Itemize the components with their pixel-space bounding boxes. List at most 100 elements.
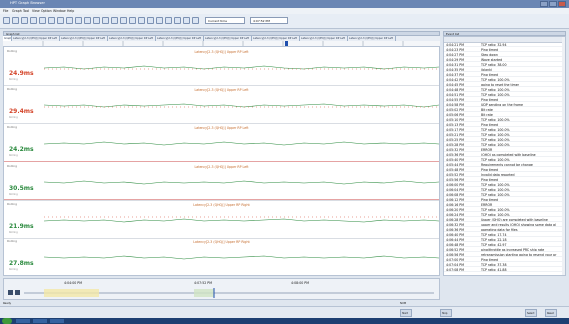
title-bar: HPT Graph Browser	[0, 0, 569, 8]
event-text: Ping timed	[481, 47, 499, 52]
menu-window[interactable]: Window	[53, 9, 66, 13]
start-button[interactable]: Start	[400, 309, 412, 317]
event-row[interactable]: 4:07:08 PM TCP ratio: 41.88	[444, 267, 565, 272]
event-text: TCP ratio: 100.0%	[481, 127, 510, 132]
event-text: Wave started	[481, 57, 503, 62]
event-text: Ping timed	[481, 257, 499, 262]
timeline-current: 4:07:52 PM	[194, 281, 212, 285]
menu-graph[interactable]: Graph	[12, 9, 22, 13]
event-time: 4:05:56 PM	[446, 177, 464, 182]
stop-icon[interactable]	[75, 17, 82, 24]
event-time: 4:05:36 PM	[446, 152, 464, 157]
close-button[interactable]	[558, 1, 566, 7]
event-time: 4:06:32 PM	[446, 222, 464, 227]
timeline-panel[interactable]: 4:04:00 PM 4:07:52 PM 4:08:00 PM	[3, 278, 440, 300]
event-time: 4:06:00 PM	[446, 182, 464, 187]
event-time: 4:04:58 PM	[446, 102, 464, 107]
menu-tool[interactable]: Tool	[23, 9, 29, 13]
event-time: 4:05:32 PM	[446, 147, 464, 152]
event-text: TCP ratio: 37.38	[481, 262, 507, 267]
event-text: TCP ratio: 100.0%	[481, 117, 510, 122]
grid-icon[interactable]	[174, 17, 181, 24]
event-text: TCP ratio: 100.0%	[481, 182, 510, 187]
event-text: TCP ratio: 100.0%	[481, 187, 510, 192]
event-text: TCP ratio: 17.74	[481, 232, 507, 237]
maximize-button[interactable]	[549, 1, 557, 7]
channel-value: 24.2ms	[9, 146, 34, 153]
timeline-back-button[interactable]	[8, 290, 13, 295]
channel-panel[interactable]: Rolling Latency[2-3 (QHQ)] Upper RP Righ…	[4, 199, 439, 239]
event-time: 4:05:10 PM	[446, 117, 464, 122]
event-list[interactable]: 4:04:21 PM TCP ratio: 32.94 4:04:23 PM Ping…	[443, 36, 566, 276]
rewind-icon[interactable]	[84, 17, 91, 24]
channel-panel[interactable]: Rolling Latency[2-3 (QHQ)] Upper RP Left…	[4, 85, 439, 124]
play-icon[interactable]	[57, 17, 64, 24]
event-text: TCP ratio: 100.0%	[481, 142, 510, 147]
graph-remove-icon[interactable]	[111, 17, 118, 24]
channel-value: 29.4ms	[9, 108, 34, 115]
channel-trace	[44, 103, 439, 108]
graph-add-icon[interactable]	[102, 17, 109, 24]
event-time: 4:04:55 PM	[446, 97, 464, 102]
event-text: operating data for files	[481, 227, 518, 232]
channel-unit: Rolling	[9, 268, 18, 271]
pause-icon[interactable]	[66, 17, 73, 24]
select-button[interactable]: Select	[525, 309, 537, 317]
event-text: TCP ratio: 100.0%	[481, 77, 510, 82]
window-title: HPT Graph Browser	[10, 1, 45, 5]
event-time: 4:05:13 PM	[446, 122, 464, 127]
menu-option[interactable]: Option	[41, 9, 52, 13]
info-icon[interactable]	[165, 17, 172, 24]
event-time: 4:04:21 PM	[446, 42, 464, 47]
channel-panel[interactable]: Rolling Latency[2-3 (QHQ)] Upper RP Righ…	[4, 237, 439, 275]
timeline-forward-button[interactable]	[15, 290, 20, 295]
event-time: 4:05:02 PM	[446, 107, 464, 112]
export-icon[interactable]	[147, 17, 154, 24]
event-time: 4:06:24 PM	[446, 212, 464, 217]
toolbar: Current time 4:07:52 PM	[0, 14, 569, 29]
taskbar-app-button[interactable]	[33, 319, 47, 323]
time-readout: 4:07:52 PM	[250, 17, 288, 24]
menu-file[interactable]: File	[3, 9, 8, 13]
stop-button[interactable]: Stop	[440, 309, 452, 317]
timeline-start: 4:04:00 PM	[64, 281, 82, 285]
channel-panel[interactable]: Rolling Latency[2-3 (QHQ)] Upper RP Left…	[4, 123, 439, 162]
layout-icon[interactable]	[129, 17, 136, 24]
save-icon[interactable]	[12, 17, 19, 24]
event-time: 4:06:08 PM	[446, 192, 464, 197]
event-time: 4:06:52 PM	[446, 247, 464, 252]
event-text: (blank)	[481, 67, 493, 72]
event-time: 4:05:52 PM	[446, 172, 464, 177]
forward-icon[interactable]	[93, 17, 100, 24]
menu-help[interactable]: Help	[67, 9, 74, 13]
event-scrollbar[interactable]	[562, 37, 565, 275]
time-mode-select[interactable]: Current time	[205, 17, 245, 24]
print-icon[interactable]	[21, 17, 28, 24]
help-icon[interactable]	[192, 17, 199, 24]
taskbar-app-button[interactable]	[16, 319, 30, 323]
zoom-icon[interactable]	[39, 17, 46, 24]
minimize-button[interactable]	[540, 1, 548, 7]
stop-button-label: Stop	[442, 312, 448, 315]
event-time: 4:05:40 PM	[446, 157, 464, 162]
menu-view[interactable]: View	[32, 9, 40, 13]
settings-icon[interactable]	[120, 17, 127, 24]
channel-trace	[44, 65, 439, 70]
event-time: 4:04:42 PM	[446, 77, 464, 82]
channel-title: Latency[2-3 (QHQ)] Upper RP Left	[194, 165, 249, 169]
channel-panel[interactable]: Rolling Latency[2-3 (QHQ)] Upper RP Left…	[4, 161, 439, 201]
start-menu-button[interactable]	[2, 318, 12, 324]
chart-icon[interactable]	[30, 17, 37, 24]
channel-value: 24.9ms	[9, 70, 34, 77]
channel-panel[interactable]: Rolling Latency[2-3 (QHQ)] Upper RP Left…	[4, 47, 439, 86]
channel-value: 30.5ms	[9, 185, 34, 192]
legend-icon[interactable]	[183, 17, 190, 24]
refresh-icon[interactable]	[48, 17, 55, 24]
marker-icon[interactable]	[156, 17, 163, 24]
filter-icon[interactable]	[138, 17, 145, 24]
taskbar-app-button[interactable]	[50, 319, 64, 323]
event-text: TCP ratio: 100.0%	[481, 212, 510, 217]
open-icon[interactable]	[3, 17, 10, 24]
channel-value: 21.9ms	[9, 223, 34, 230]
reset-button[interactable]: Reset	[545, 309, 557, 317]
